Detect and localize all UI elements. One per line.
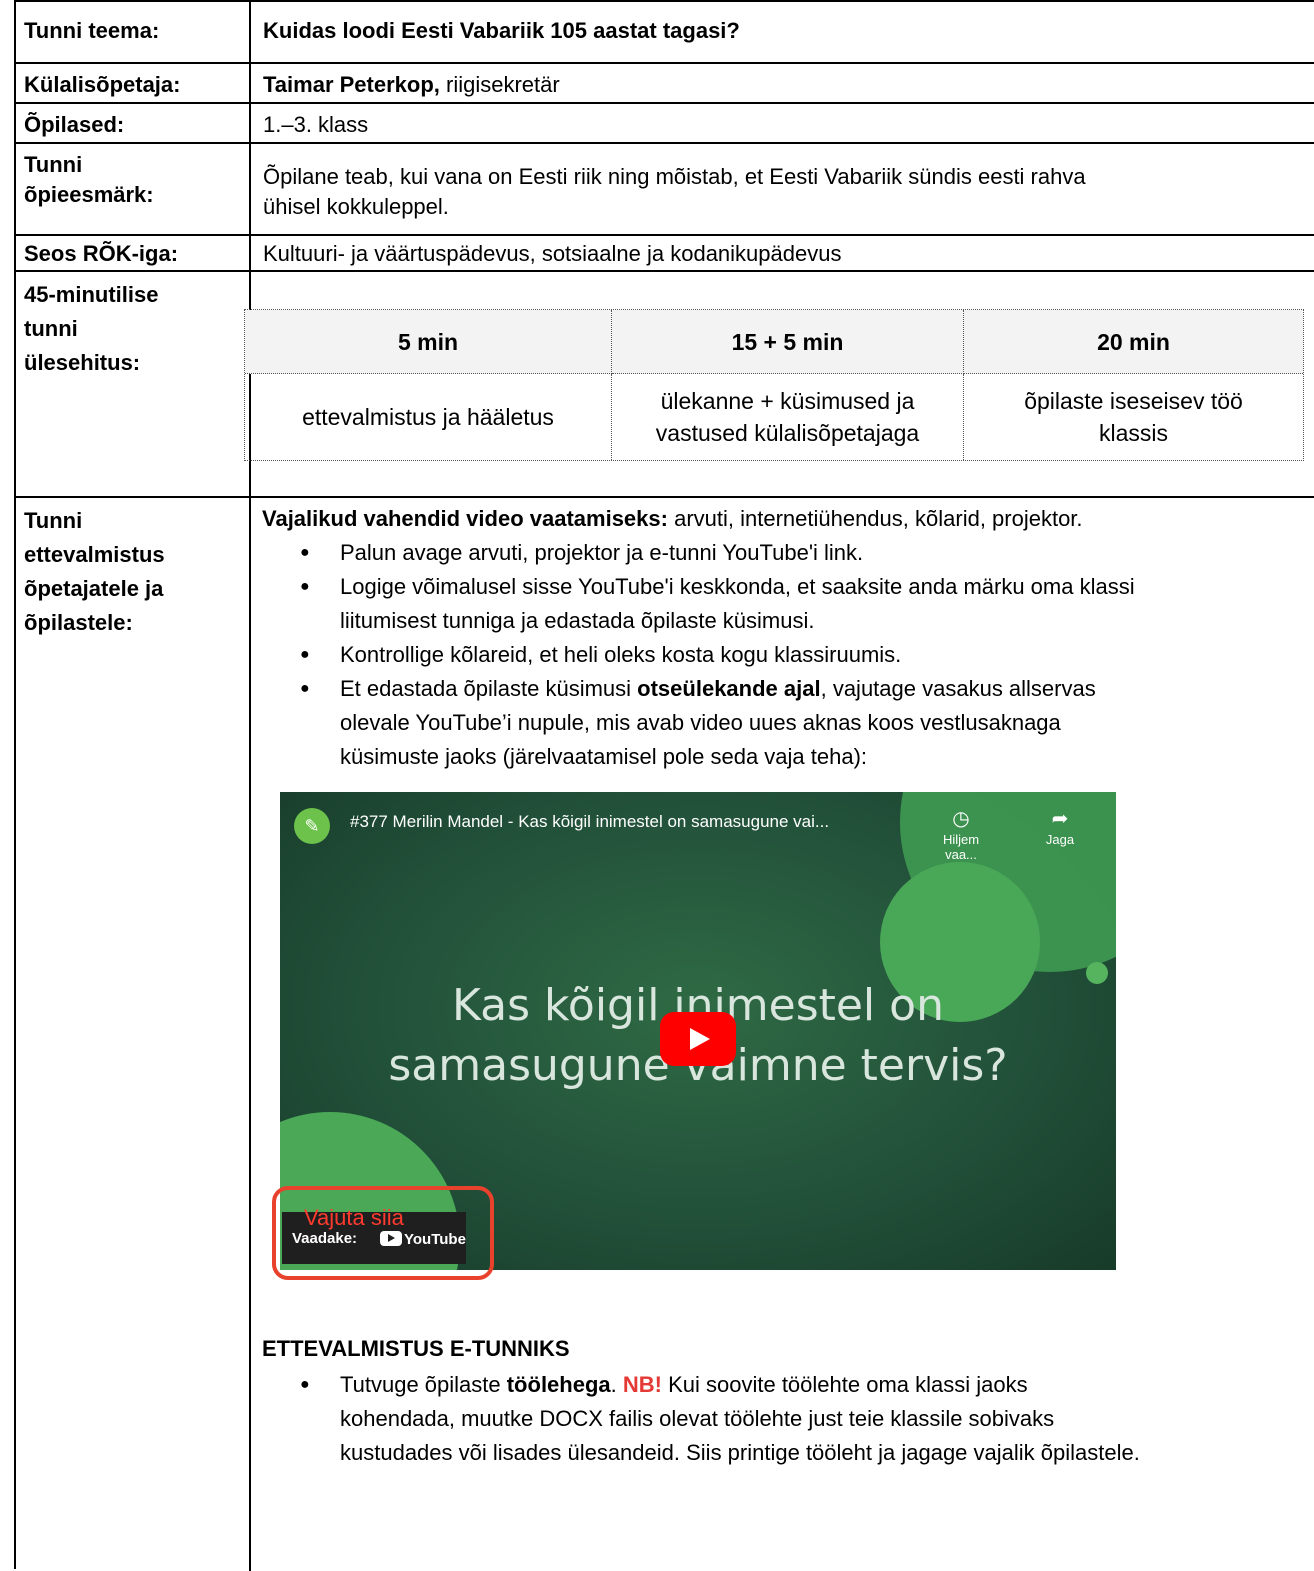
guest-role: riigisekretär — [446, 72, 560, 97]
list-item-text: Et edastada õpilaste küsimusi — [340, 676, 638, 701]
row-guest: Külalisõpetaja: Taimar Peterkop, riigise… — [16, 64, 1314, 104]
structure-label-line: 45-minutilise — [24, 282, 159, 307]
list-item-bold: otseülekande ajal — [637, 676, 821, 701]
curriculum-label: Seos RÕK-iga: — [24, 241, 179, 266]
schedule-cell-line: ettevalmistus ja hääletus — [302, 404, 554, 430]
watch-later-label: Hiljem vaa... — [942, 832, 980, 862]
bullet-icon: ● — [300, 646, 310, 663]
schedule-cell: ettevalmistus ja hääletus — [245, 374, 612, 460]
list-item-text: olevale YouTube’i nupule, mis avab video… — [340, 710, 1061, 735]
clock-icon: ◷ — [952, 808, 970, 830]
structure-label-line: ülesehitus: — [24, 350, 141, 375]
students-value: 1.–3. klass — [263, 112, 369, 137]
section-title: ETTEVALMISTUS E-TUNNIKS — [262, 1336, 570, 1361]
list-item: ● Kontrollige kõlareid, et heli oleks kos… — [262, 638, 1312, 672]
nb-label: NB! — [622, 1372, 662, 1397]
schedule-header: 15 + 5 min — [612, 310, 964, 374]
schedule-header: 20 min — [964, 310, 1303, 374]
share-label: Jaga — [1045, 832, 1075, 847]
youtube-logo[interactable]: YouTube — [380, 1229, 466, 1251]
structure-label-line: tunni — [24, 316, 78, 341]
goal-value-line: Õpilane teab, kui vana on Eesti riik nin… — [263, 164, 1086, 189]
list-item-text: liitumisest tunniga ja edastada õpilaste… — [340, 608, 815, 633]
video-title[interactable]: #377 Merilin Mandel - Kas kõigil inimest… — [350, 810, 829, 834]
schedule-cell-line: vastused külalisõpetajaga — [655, 420, 920, 446]
bullet-icon: ● — [300, 1376, 310, 1393]
prep-bullets: ● Palun avage arvuti, projektor ja e-tunn… — [0, 536, 1312, 774]
schedule-cell-line: õpilaste iseseisev töö — [1024, 388, 1243, 414]
list-item-text: kustudades või lisades ülesandeid. Siis … — [340, 1440, 1140, 1465]
topic-value: Kuidas loodi Eesti Vabariik 105 aastat t… — [263, 18, 740, 43]
list-item-text: Logige võimalusel sisse YouTube'i keskko… — [340, 574, 1135, 599]
channel-logo[interactable]: ✎ — [294, 808, 330, 844]
list-item: ● Et edastada õpilaste küsimusi otseüleka… — [262, 672, 1312, 774]
prep-label-line: Tunni — [24, 508, 83, 533]
schedule-cell-line: klassis — [1098, 420, 1168, 446]
list-item: ● Palun avage arvuti, projektor ja e-tunn… — [262, 536, 1312, 570]
row-students: Õpilased: 1.–3. klass — [16, 104, 1314, 144]
row-curriculum: Seos RÕK-iga: Kultuuri- ja väärtuspädevu… — [16, 236, 1314, 272]
guest-label: Külalisõpetaja: — [24, 72, 181, 97]
play-icon[interactable] — [660, 1012, 736, 1066]
share-button[interactable]: ➦ Jaga — [1028, 806, 1092, 847]
guest-value: Taimar Peterkop, riigisekretär — [263, 70, 560, 100]
bullet-icon: ● — [300, 578, 310, 595]
schedule-table: 5 min 15 + 5 min 20 min ettevalmistus ja… — [244, 309, 1304, 461]
watch-later-button[interactable]: ◷ Hiljem vaa... — [926, 806, 996, 862]
bullet-icon: ● — [300, 680, 310, 697]
list-item-text: Kui soovite töölehte oma klassi jaoks — [661, 1372, 1028, 1397]
youtube-play-icon — [380, 1231, 402, 1246]
schedule-cell-line: ülekanne + küsimused ja — [660, 388, 915, 414]
structure-label: 45-minutilise tunni ülesehitus: — [24, 278, 158, 380]
lesson-plan-table: Tunni teema: Kuidas loodi Eesti Vabariik… — [14, 0, 1314, 1571]
curriculum-value: Kultuuri- ja väärtuspädevus, sotsiaalne … — [263, 241, 842, 266]
students-label: Õpilased: — [24, 112, 125, 137]
goal-label-line: õpieesmärk: — [24, 182, 154, 207]
schedule-cell: õpilaste iseseisev töö klassis — [964, 374, 1303, 460]
goal-value: Õpilane teab, kui vana on Eesti riik nin… — [263, 162, 1086, 222]
list-item-text: Kontrollige kõlareid, et heli oleks kost… — [340, 642, 902, 667]
watch-on-label[interactable]: Vaadake: — [292, 1228, 357, 1250]
prep-content: Vajalikud vahendid video vaatamiseks: ar… — [262, 502, 1312, 774]
click-here-annotation: Vajuta siia — [304, 1205, 404, 1230]
row-topic: Tunni teema: Kuidas loodi Eesti Vabariik… — [16, 2, 1314, 64]
worksheet-link: töölehega — [506, 1372, 611, 1397]
row-goal: Tunni õpieesmärk: Õpilane teab, kui vana… — [16, 144, 1314, 236]
list-item-text: Tutvuge õpilaste — [340, 1372, 507, 1397]
list-item: ● Logige võimalusel sisse YouTube'i keskk… — [262, 570, 1312, 638]
list-item-text: Palun avage arvuti, projektor ja e-tunni… — [340, 540, 864, 565]
schedule-cell: ülekanne + küsimused ja vastused külalisõ… — [612, 374, 964, 460]
list-item-text: . — [610, 1372, 623, 1397]
schedule-header: 5 min — [245, 310, 612, 374]
goal-value-line: ühisel kokkuleppel. — [263, 194, 449, 219]
list-item-text: kohendada, muutke DOCX failis olevat töö… — [340, 1406, 1055, 1431]
goal-label-line: Tunni — [24, 152, 83, 177]
prep-intro-rest: arvuti, internetiühendus, kõlarid, proje… — [667, 506, 1083, 531]
worksheet-bullets: ● Tutvuge õpilaste töölehega. NB! Kui soo… — [262, 1368, 1302, 1470]
prep-intro-bold: Vajalikud vahendid video vaatamiseks: — [262, 506, 668, 531]
list-item-text: küsimuste jaoks (järelvaatamisel pole se… — [340, 744, 868, 769]
goal-label: Tunni õpieesmärk: — [24, 150, 154, 210]
list-item: ● Tutvuge õpilaste töölehega. NB! Kui soo… — [262, 1368, 1302, 1470]
bullet-icon: ● — [300, 544, 310, 561]
list-item-text: , vajutage vasakus allservas — [820, 676, 1096, 701]
topic-label: Tunni teema: — [24, 18, 160, 43]
guest-name: Taimar Peterkop, — [263, 72, 440, 97]
prep-intro: Vajalikud vahendid video vaatamiseks: ar… — [262, 502, 1312, 536]
youtube-wordmark: YouTube — [404, 1231, 466, 1248]
share-arrow-icon: ➦ — [1051, 808, 1069, 830]
worksheet-item: ● Tutvuge õpilaste töölehega. NB! Kui soo… — [262, 1368, 1302, 1470]
